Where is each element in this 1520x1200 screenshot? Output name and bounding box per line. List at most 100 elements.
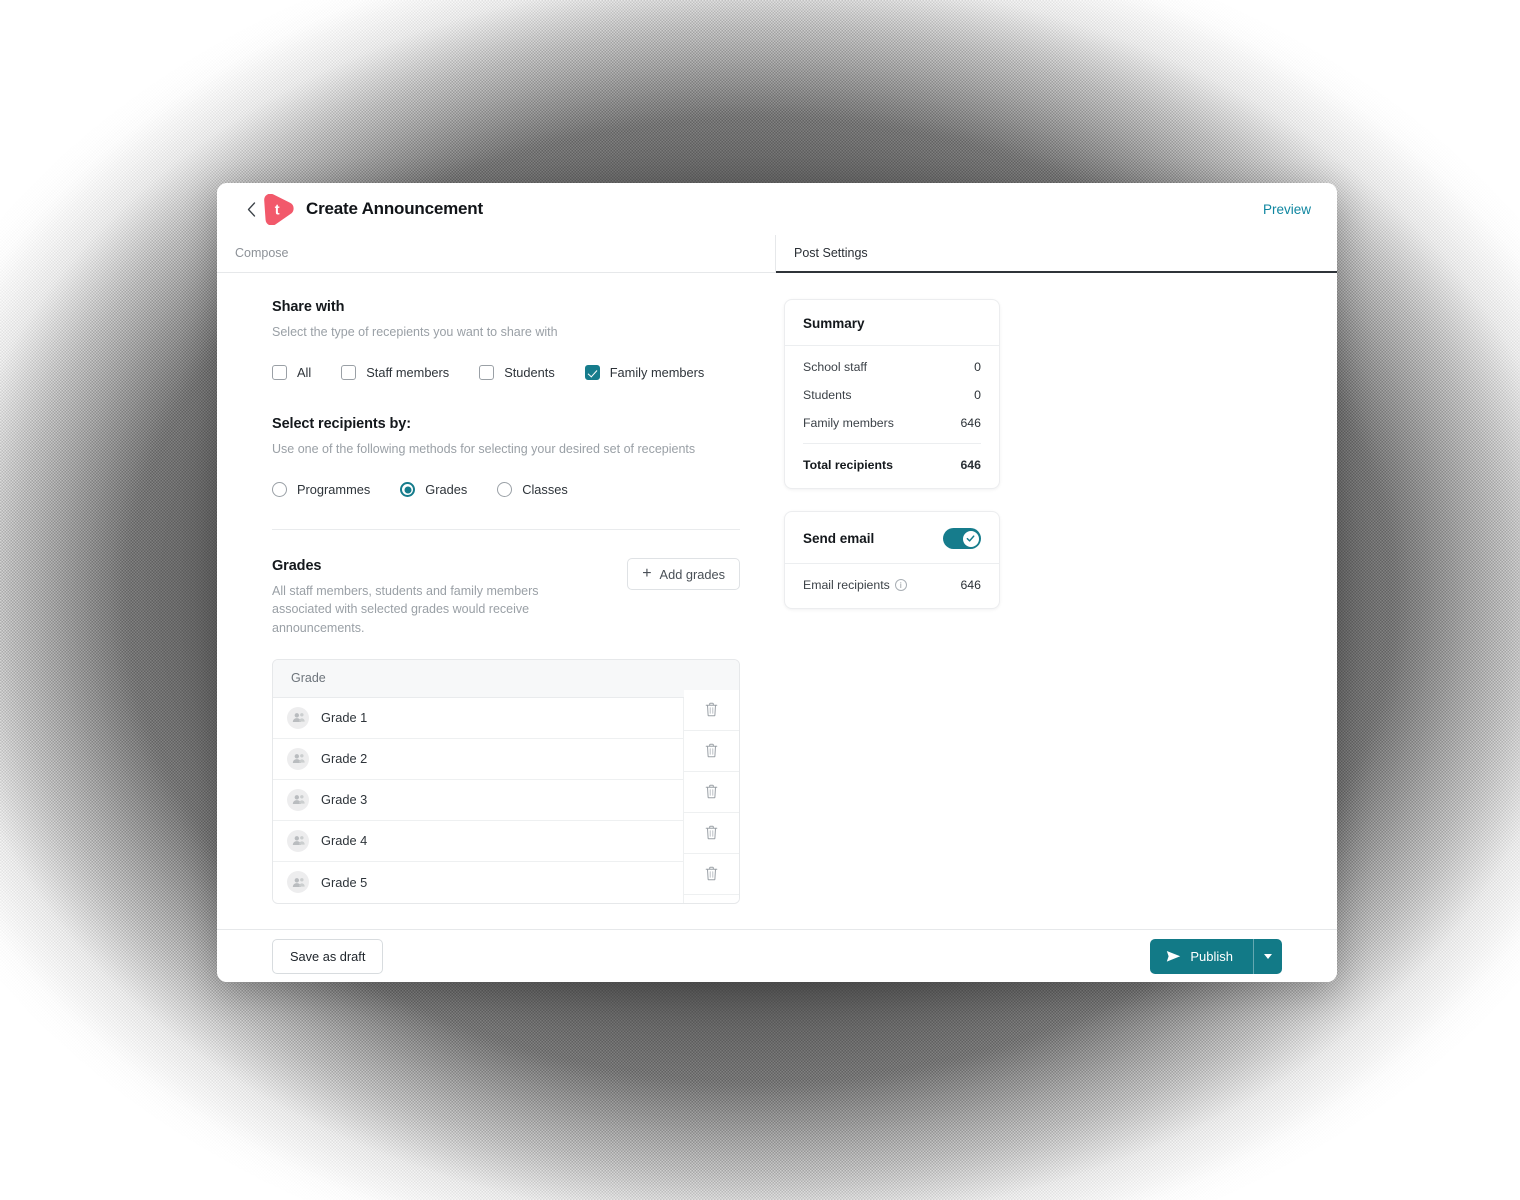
- modal-body: Share with Select the type of recepients…: [217, 273, 1337, 929]
- trash-icon: [705, 702, 718, 717]
- grades-column-header: Grade: [291, 671, 326, 686]
- email-recipients-row: Email recipients i 646: [803, 578, 981, 592]
- settings-column: Share with Select the type of recepients…: [272, 299, 740, 929]
- delete-row-button[interactable]: [684, 730, 739, 772]
- checkbox-staff-members-label: Staff members: [366, 365, 450, 381]
- modal-header: t Create Announcement Preview: [217, 183, 1337, 235]
- radio-grades[interactable]: Grades: [400, 482, 467, 498]
- tab-compose[interactable]: Compose: [217, 235, 776, 273]
- info-icon[interactable]: i: [894, 579, 907, 591]
- back-button[interactable]: [243, 198, 259, 220]
- modal-footer: Save as draft Publish: [217, 929, 1337, 982]
- share-with-subtitle: Select the type of recepients you want t…: [272, 325, 558, 339]
- create-announcement-modal: t Create Announcement Preview Compose Po…: [217, 183, 1337, 982]
- summary-value-school-staff: 0: [974, 360, 981, 374]
- checkbox-students[interactable]: Students: [479, 365, 555, 381]
- trash-icon: [705, 784, 718, 799]
- modal-body-scroll[interactable]: Share with Select the type of recepients…: [217, 273, 1337, 929]
- checkbox-staff-members-box: [341, 365, 357, 381]
- radio-grades-dot: [400, 482, 416, 498]
- preview-link[interactable]: Preview: [1257, 198, 1317, 221]
- radio-programmes-label: Programmes: [297, 482, 371, 498]
- checkbox-family-members-box: [584, 365, 600, 381]
- select-by-title: Select recipients by:: [272, 416, 411, 433]
- grades-table-header: Grade: [273, 659, 739, 698]
- share-with-title: Share with: [272, 299, 345, 315]
- table-row-label: Grade 4: [321, 833, 368, 849]
- chevron-down-icon: [1264, 953, 1272, 959]
- summary-value-total: 646: [960, 458, 981, 472]
- grades-section: Grades All staff members, students and f…: [272, 558, 740, 904]
- summary-label-school-staff: School staff: [803, 360, 868, 374]
- brand-logo: t: [263, 193, 294, 225]
- tab-compose-label: Compose: [235, 246, 289, 260]
- send-email-title: Send email: [803, 531, 875, 546]
- delete-row-button[interactable]: [684, 812, 739, 854]
- summary-value-students: 0: [974, 388, 981, 402]
- table-row-label: Grade 3: [321, 792, 368, 808]
- select-by-options: Programmes Grades Classes: [272, 482, 740, 498]
- send-email-toggle[interactable]: [943, 528, 981, 549]
- brand-logo-icon: t: [264, 193, 294, 225]
- chevron-left-icon: [247, 201, 255, 217]
- email-recipients-value: 646: [960, 578, 981, 592]
- publish-button-group: Publish: [1150, 938, 1282, 974]
- grades-title: Grades: [272, 558, 322, 575]
- summary-label-students: Students: [803, 388, 852, 402]
- svg-text:t: t: [275, 202, 280, 218]
- radio-classes[interactable]: Classes: [497, 482, 568, 498]
- share-with-options: All Staff members Students Family member…: [272, 365, 740, 381]
- delete-row-button[interactable]: [684, 853, 739, 895]
- checkbox-all-label: All: [297, 365, 312, 381]
- add-grades-button[interactable]: + Add grades: [627, 558, 740, 591]
- checkbox-family-members[interactable]: Family members: [584, 365, 704, 381]
- select-recipients-by-section: Select recipients by: Use one of the fol…: [272, 416, 740, 531]
- radio-classes-dot: [497, 482, 513, 498]
- tab-bar: Compose Post Settings: [217, 235, 1337, 273]
- send-email-card: Send email Email recipients i 646: [784, 511, 1000, 609]
- checkbox-students-box: [479, 365, 495, 381]
- summary-label-family-members: Family members: [803, 416, 894, 430]
- send-email-rule: [785, 563, 999, 564]
- save-as-draft-button[interactable]: Save as draft: [272, 938, 384, 974]
- modal-footer-inner: Save as draft Publish: [272, 938, 1282, 974]
- radio-programmes[interactable]: Programmes: [272, 482, 371, 498]
- summary-total-separator: [803, 443, 981, 444]
- summary-card: Summary School staff 0 Students 0 Family…: [784, 299, 1000, 489]
- checkbox-all[interactable]: All: [272, 365, 312, 381]
- publish-button[interactable]: Publish: [1150, 938, 1253, 974]
- summary-row-students: Students 0: [803, 388, 981, 402]
- plus-icon: +: [642, 564, 652, 582]
- grades-table: Grade Grade 1 Grade 2 Grade 3 Grade 4 Grade …: [272, 658, 740, 904]
- summary-title: Summary: [803, 316, 865, 331]
- grades-table-body: Grade 1 Grade 2 Grade 3 Grade 4 Grade 5: [273, 697, 739, 903]
- grades-header-text: Grades All staff members, students and f…: [272, 558, 627, 636]
- table-row-label: Grade 1: [321, 710, 368, 726]
- table-row: Grade 5: [273, 861, 739, 903]
- table-row-label: Grade 2: [321, 751, 368, 767]
- delete-row-button[interactable]: [684, 771, 739, 813]
- grades-delete-column: [683, 689, 739, 903]
- grades-delete-cells: [684, 689, 739, 895]
- email-recipients-label: Email recipients: [803, 578, 890, 592]
- summary-row-school-staff: School staff 0: [803, 360, 981, 374]
- table-row-label: Grade 5: [321, 874, 368, 890]
- delete-row-button[interactable]: [684, 689, 739, 731]
- section-divider: [272, 529, 740, 531]
- send-icon: [1167, 950, 1181, 962]
- group-avatar-icon: [287, 706, 309, 729]
- share-with-section: Share with Select the type of recepients…: [272, 299, 740, 381]
- publish-button-label: Publish: [1190, 948, 1233, 964]
- send-email-header: Send email: [803, 528, 981, 549]
- group-avatar-icon: [287, 747, 309, 770]
- summary-column: Summary School staff 0 Students 0 Family…: [784, 299, 1000, 929]
- summary-rule: [785, 345, 999, 346]
- select-by-subtitle: Use one of the following methods for sel…: [272, 442, 696, 457]
- tab-post-settings-label: Post Settings: [794, 246, 868, 260]
- tab-post-settings[interactable]: Post Settings: [776, 235, 1337, 273]
- checkbox-staff-members[interactable]: Staff members: [341, 365, 450, 381]
- add-grades-label: Add grades: [659, 566, 725, 582]
- table-row: Grade 3: [273, 779, 739, 821]
- publish-dropdown-button[interactable]: [1253, 938, 1282, 974]
- radio-programmes-dot: [272, 482, 287, 498]
